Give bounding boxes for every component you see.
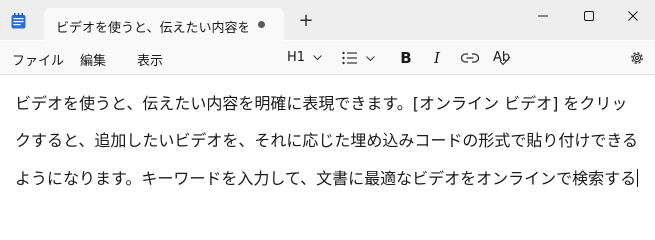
text-cursor — [637, 169, 639, 187]
menu-view[interactable]: 表示 — [137, 50, 163, 69]
maximize-button[interactable] — [566, 4, 612, 28]
chevron-down-icon — [366, 56, 375, 62]
new-tab-button[interactable]: + — [296, 11, 316, 31]
heading-label: H1 — [287, 50, 306, 65]
menu-toolbar: ファイル 編集 表示 H1 B I Ab — [0, 41, 655, 75]
title-bar: ビデオを使うと、伝えたい内容を明確に表 + — [0, 0, 655, 41]
text-line: ビデオを使うと、伝えたい内容を明確に表現できます。[オンライン ビデオ] をクリ… — [15, 94, 628, 113]
link-icon — [461, 53, 479, 63]
minimize-icon — [538, 15, 548, 17]
maximize-icon — [584, 11, 594, 21]
menu-edit[interactable]: 編集 — [80, 50, 106, 69]
minimize-button[interactable] — [520, 4, 566, 28]
spellcheck-button[interactable]: Ab — [491, 47, 513, 69]
list-dropdown[interactable] — [340, 47, 380, 69]
close-button[interactable] — [610, 4, 655, 28]
text-editor[interactable]: ビデオを使うと、伝えたい内容を明確に表現できます。[オンライン ビデオ] をクリ… — [0, 75, 655, 213]
notepad-app-icon — [11, 13, 26, 29]
menu-file[interactable]: ファイル — [12, 50, 64, 69]
bulleted-list-icon — [342, 51, 357, 65]
text-line-last: ようになります。キーワードを入力して、文書に最適なビデオをオンラインで検索する — [15, 165, 639, 189]
chevron-down-icon — [313, 55, 322, 61]
bold-button[interactable]: B — [397, 47, 415, 69]
heading-dropdown[interactable]: H1 — [283, 47, 325, 69]
spellcheck-icon — [499, 56, 511, 66]
italic-button[interactable]: I — [428, 47, 446, 69]
settings-button[interactable] — [627, 47, 647, 69]
link-button[interactable] — [459, 47, 481, 69]
tab-title: ビデオを使うと、伝えたい内容を明確に表 — [56, 21, 248, 36]
document-tab[interactable]: ビデオを使うと、伝えたい内容を明確に表 — [44, 8, 284, 41]
unsaved-indicator-icon[interactable] — [258, 21, 265, 28]
text-line-content: ようになります。キーワードを入力して、文書に最適なビデオをオンラインで検索する — [15, 169, 637, 188]
text-line: クすると、追加したいビデオを、それに応じた埋め込みコードの形式で貼り付けできる — [15, 131, 639, 150]
gear-icon — [631, 52, 643, 64]
close-icon — [628, 11, 638, 21]
